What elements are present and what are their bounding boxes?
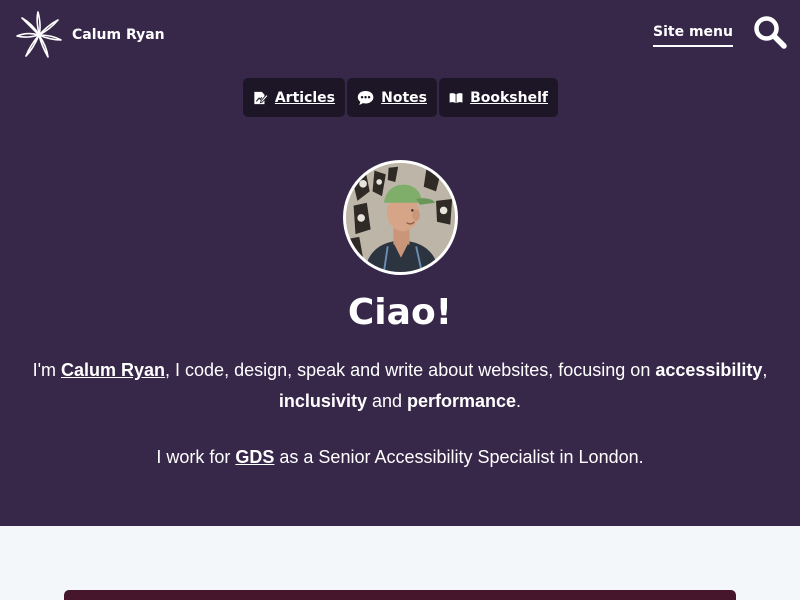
article-edit-icon bbox=[254, 91, 268, 104]
profile-photo-image bbox=[346, 163, 455, 272]
nav-item-bookshelf[interactable]: Bookshelf bbox=[439, 78, 558, 117]
intro-separator: , bbox=[762, 360, 768, 380]
work-text: I work for GDS as a Senior Accessibility… bbox=[0, 442, 800, 473]
main-nav: Articles Notes Bookshelf bbox=[243, 78, 558, 117]
intro-middle: , I code, design, speak and write about … bbox=[165, 360, 656, 380]
open-book-icon bbox=[449, 92, 463, 103]
search-button[interactable] bbox=[752, 14, 788, 50]
nav-item-articles[interactable]: Articles bbox=[243, 78, 345, 117]
intro-text: I'm Calum Ryan, I code, design, speak an… bbox=[30, 355, 770, 417]
starburst-logo-icon bbox=[16, 11, 62, 58]
intro-prefix: I'm bbox=[32, 360, 61, 380]
about-name-link[interactable]: Calum Ryan bbox=[61, 360, 165, 380]
focus-accessibility: accessibility bbox=[655, 360, 763, 380]
hero-section: Calum Ryan Site menu Articles Notes Book… bbox=[0, 0, 800, 526]
content-card bbox=[64, 590, 736, 600]
search-icon bbox=[754, 16, 787, 49]
intro-separator: and bbox=[366, 391, 407, 411]
nav-item-label: Articles bbox=[274, 89, 335, 106]
focus-performance: performance bbox=[407, 391, 517, 411]
nav-item-label: Bookshelf bbox=[470, 89, 548, 106]
speech-bubble-icon bbox=[357, 90, 374, 105]
site-name: Calum Ryan bbox=[72, 27, 165, 43]
nav-item-label: Notes bbox=[381, 89, 427, 106]
site-logo-link[interactable]: Calum Ryan bbox=[14, 10, 165, 60]
profile-photo bbox=[343, 160, 458, 275]
intro-suffix: . bbox=[516, 391, 522, 411]
work-suffix: as a Senior Accessibility Specialist in … bbox=[274, 447, 644, 467]
site-menu-button[interactable]: Site menu bbox=[653, 24, 733, 47]
employer-link[interactable]: GDS bbox=[235, 447, 274, 467]
greeting-heading: Ciao! bbox=[347, 292, 453, 333]
focus-inclusivity: inclusivity bbox=[278, 391, 367, 411]
nav-item-notes[interactable]: Notes bbox=[347, 78, 437, 117]
work-prefix: I work for bbox=[156, 447, 236, 467]
